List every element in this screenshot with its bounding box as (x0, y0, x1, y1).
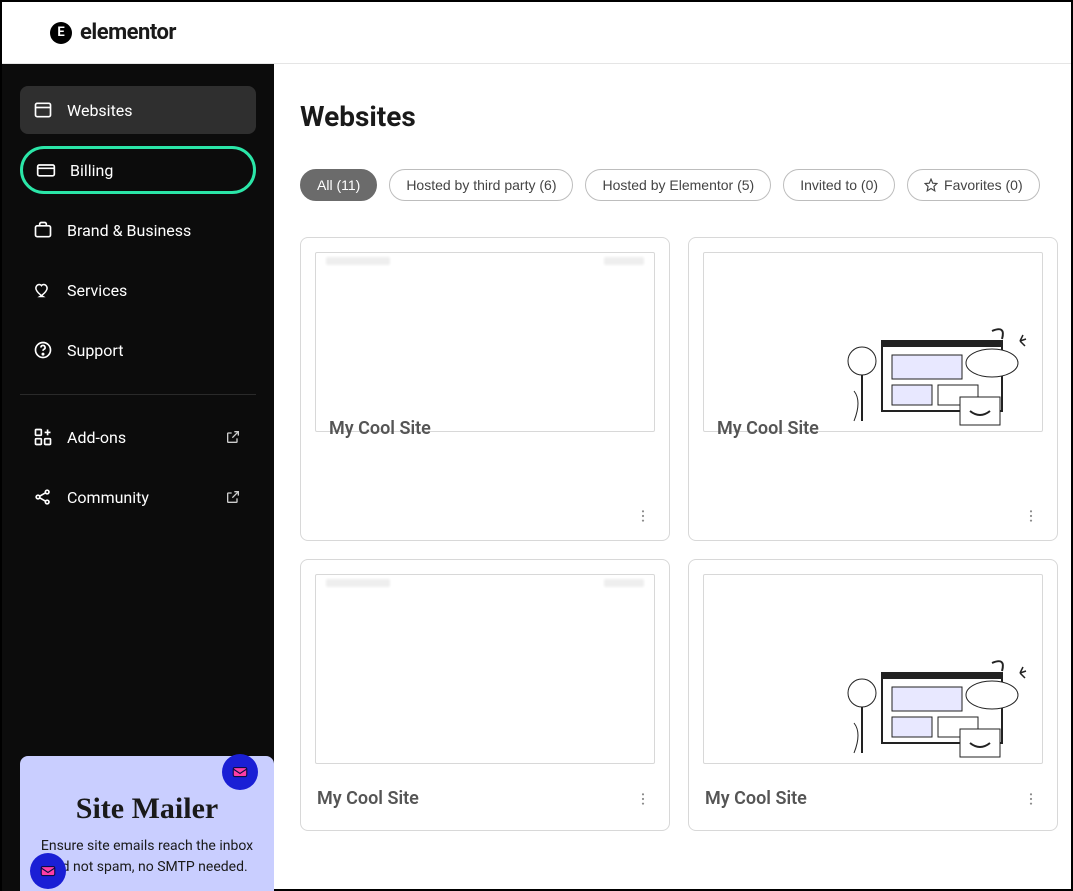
card-preview (703, 574, 1043, 764)
briefcase-icon (33, 220, 53, 240)
website-card[interactable]: My Cool Site (300, 237, 670, 541)
sidebar-item-community[interactable]: Community (20, 473, 256, 521)
grid-plus-icon (33, 427, 53, 447)
filter-chip-all[interactable]: All (11) (300, 169, 377, 201)
card-menu-button[interactable] (633, 789, 653, 809)
mail-icon (222, 754, 258, 790)
card-preview (315, 574, 655, 764)
help-icon (33, 340, 53, 360)
card-title: My Cool Site (301, 418, 669, 439)
filter-chip-label: Favorites (0) (944, 177, 1023, 193)
card-preview (703, 252, 1043, 432)
share-nodes-icon (33, 487, 53, 507)
card-menu-button[interactable] (1021, 506, 1041, 526)
secondary-nav: Add-ons Community (2, 413, 274, 533)
logo-mark-icon: E (50, 22, 72, 44)
sidebar-item-addons[interactable]: Add-ons (20, 413, 256, 461)
sidebar-item-label: Community (67, 488, 149, 507)
card-preview (315, 252, 655, 432)
sidebar-item-label: Websites (67, 101, 133, 120)
website-grid: My Cool Site (300, 237, 1053, 831)
filter-chip-invited[interactable]: Invited to (0) (783, 169, 895, 201)
brand-logo[interactable]: E elementor (50, 20, 176, 45)
main-content: Websites All (11) Hosted by third party … (274, 64, 1071, 891)
sidebar-item-services[interactable]: Services (20, 266, 256, 314)
primary-nav: Websites Billing Brand & Business Servic… (2, 86, 274, 386)
website-card[interactable]: My Cool Site (300, 559, 670, 831)
mail-icon (30, 853, 66, 889)
sidebar-item-billing[interactable]: Billing (20, 146, 256, 194)
logo-text: elementor (80, 20, 176, 45)
sidebar: Websites Billing Brand & Business Servic… (2, 64, 274, 891)
star-icon (924, 178, 938, 192)
sidebar-item-label: Support (67, 341, 123, 360)
card-title: My Cool Site (317, 788, 419, 809)
card-icon (36, 160, 56, 180)
filter-chip-favorites[interactable]: Favorites (0) (907, 169, 1040, 201)
card-title: My Cool Site (705, 788, 807, 809)
sidebar-item-label: Brand & Business (67, 221, 191, 240)
filter-bar: All (11) Hosted by third party (6) Hoste… (300, 169, 1053, 201)
sidebar-item-label: Add-ons (67, 428, 126, 447)
card-menu-button[interactable] (1021, 789, 1041, 809)
card-title: My Cool Site (689, 418, 1057, 439)
external-link-icon (223, 487, 243, 507)
promo-title: Site Mailer (38, 792, 256, 826)
heart-hands-icon (33, 280, 53, 300)
nav-divider (20, 394, 256, 395)
sidebar-item-brand-business[interactable]: Brand & Business (20, 206, 256, 254)
sidebar-item-label: Billing (70, 161, 113, 180)
promo-card[interactable]: Site Mailer Ensure site emails reach the… (20, 756, 274, 891)
filter-chip-elementor[interactable]: Hosted by Elementor (5) (585, 169, 771, 201)
website-card[interactable]: My Cool Site (688, 559, 1058, 831)
window-icon (33, 100, 53, 120)
card-menu-button[interactable] (633, 506, 653, 526)
page-title: Websites (300, 100, 1053, 133)
sidebar-item-label: Services (67, 281, 127, 300)
storefront-illustration-icon (842, 311, 1042, 431)
filter-chip-third-party[interactable]: Hosted by third party (6) (389, 169, 573, 201)
storefront-illustration-icon (842, 643, 1042, 763)
app-header: E elementor (2, 2, 1071, 64)
sidebar-item-websites[interactable]: Websites (20, 86, 256, 134)
external-link-icon (223, 427, 243, 447)
sidebar-item-support[interactable]: Support (20, 326, 256, 374)
promo-text: Ensure site emails reach the inbox and n… (38, 836, 256, 877)
website-card[interactable]: My Cool Site (688, 237, 1058, 541)
